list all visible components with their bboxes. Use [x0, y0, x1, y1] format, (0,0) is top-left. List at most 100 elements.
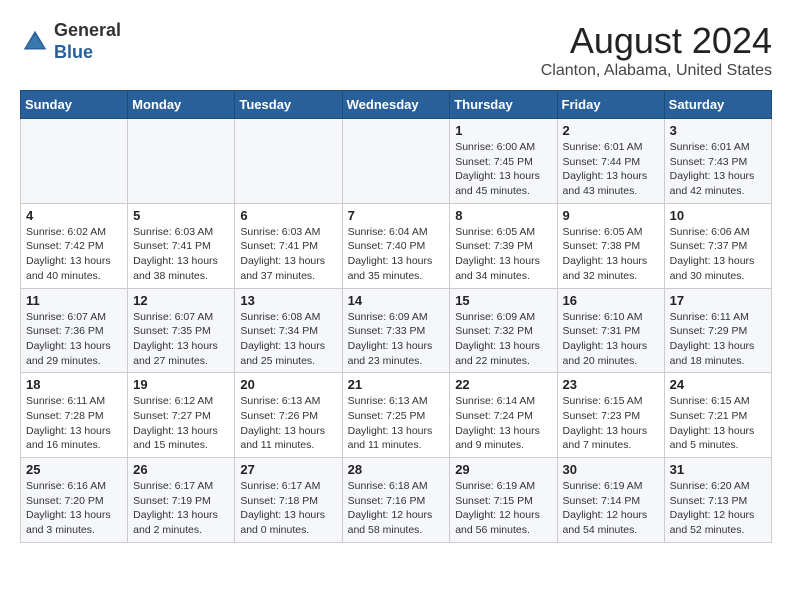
calendar-cell: 10 Sunrise: 6:06 AMSunset: 7:37 PMDayligh…	[664, 203, 771, 288]
logo: General Blue	[20, 20, 121, 63]
day-number: 14	[348, 293, 445, 308]
calendar-cell: 26 Sunrise: 6:17 AMSunset: 7:19 PMDayligh…	[128, 458, 235, 543]
day-number: 29	[455, 462, 551, 477]
day-number: 3	[670, 123, 766, 138]
calendar-cell: 20Sunrise: 6:13 AMSunset: 7:26 PMDayligh…	[235, 373, 342, 458]
calendar-cell: 30 Sunrise: 6:19 AMSunset: 7:14 PMDayligh…	[557, 458, 664, 543]
day-number: 25	[26, 462, 122, 477]
calendar-cell: 29Sunrise: 6:19 AMSunset: 7:15 PMDayligh…	[450, 458, 557, 543]
day-number: 7	[348, 208, 445, 223]
day-info: Sunrise: 6:00 AMSunset: 7:45 PMDaylight:…	[455, 140, 551, 199]
weekday-header-row: SundayMondayTuesdayWednesdayThursdayFrid…	[21, 91, 772, 119]
month-year-title: August 2024	[541, 20, 772, 62]
calendar-cell: 2 Sunrise: 6:01 AMSunset: 7:44 PMDaylight…	[557, 119, 664, 204]
calendar-week-row: 18 Sunrise: 6:11 AMSunset: 7:28 PMDayligh…	[21, 373, 772, 458]
day-info: Sunrise: 6:09 AMSunset: 7:33 PMDaylight:…	[348, 310, 445, 369]
day-info: Sunrise: 6:07 AMSunset: 7:35 PMDaylight:…	[133, 310, 229, 369]
day-info: Sunrise: 6:01 AMSunset: 7:43 PMDaylight:…	[670, 140, 766, 199]
calendar-cell	[235, 119, 342, 204]
calendar-cell: 7 Sunrise: 6:04 AMSunset: 7:40 PMDaylight…	[342, 203, 450, 288]
day-info: Sunrise: 6:18 AMSunset: 7:16 PMDaylight:…	[348, 479, 445, 538]
day-info: Sunrise: 6:13 AMSunset: 7:26 PMDaylight:…	[240, 394, 336, 453]
calendar-week-row: 11 Sunrise: 6:07 AMSunset: 7:36 PMDayligh…	[21, 288, 772, 373]
day-number: 28	[348, 462, 445, 477]
calendar-cell: 25 Sunrise: 6:16 AMSunset: 7:20 PMDayligh…	[21, 458, 128, 543]
day-number: 30	[563, 462, 659, 477]
day-info: Sunrise: 6:07 AMSunset: 7:36 PMDaylight:…	[26, 310, 122, 369]
day-number: 27	[240, 462, 336, 477]
day-info: Sunrise: 6:01 AMSunset: 7:44 PMDaylight:…	[563, 140, 659, 199]
day-info: Sunrise: 6:15 AMSunset: 7:23 PMDaylight:…	[563, 394, 659, 453]
calendar-cell: 16Sunrise: 6:10 AMSunset: 7:31 PMDayligh…	[557, 288, 664, 373]
logo-text: General Blue	[54, 20, 121, 63]
calendar-cell: 14 Sunrise: 6:09 AMSunset: 7:33 PMDayligh…	[342, 288, 450, 373]
calendar-cell: 18 Sunrise: 6:11 AMSunset: 7:28 PMDayligh…	[21, 373, 128, 458]
calendar-cell: 4 Sunrise: 6:02 AMSunset: 7:42 PMDaylight…	[21, 203, 128, 288]
day-number: 2	[563, 123, 659, 138]
calendar-cell: 31 Sunrise: 6:20 AMSunset: 7:13 PMDayligh…	[664, 458, 771, 543]
page-header: General Blue August 2024 Clanton, Alabam…	[20, 20, 772, 80]
calendar-cell: 9 Sunrise: 6:05 AMSunset: 7:38 PMDaylight…	[557, 203, 664, 288]
logo-icon	[20, 27, 50, 57]
day-number: 9	[563, 208, 659, 223]
day-info: Sunrise: 6:17 AMSunset: 7:19 PMDaylight:…	[133, 479, 229, 538]
day-info: Sunrise: 6:15 AMSunset: 7:21 PMDaylight:…	[670, 394, 766, 453]
day-info: Sunrise: 6:05 AMSunset: 7:39 PMDaylight:…	[455, 225, 551, 284]
day-number: 11	[26, 293, 122, 308]
weekday-header: Saturday	[664, 91, 771, 119]
day-number: 5	[133, 208, 229, 223]
day-number: 4	[26, 208, 122, 223]
calendar-cell: 21Sunrise: 6:13 AMSunset: 7:25 PMDayligh…	[342, 373, 450, 458]
day-number: 12	[133, 293, 229, 308]
day-number: 18	[26, 377, 122, 392]
calendar-cell: 13 Sunrise: 6:08 AMSunset: 7:34 PMDayligh…	[235, 288, 342, 373]
day-info: Sunrise: 6:05 AMSunset: 7:38 PMDaylight:…	[563, 225, 659, 284]
calendar-cell: 12 Sunrise: 6:07 AMSunset: 7:35 PMDayligh…	[128, 288, 235, 373]
day-info: Sunrise: 6:11 AMSunset: 7:28 PMDaylight:…	[26, 394, 122, 453]
day-number: 31	[670, 462, 766, 477]
calendar-cell: 19 Sunrise: 6:12 AMSunset: 7:27 PMDayligh…	[128, 373, 235, 458]
calendar-week-row: 1Sunrise: 6:00 AMSunset: 7:45 PMDaylight…	[21, 119, 772, 204]
day-info: Sunrise: 6:09 AMSunset: 7:32 PMDaylight:…	[455, 310, 551, 369]
calendar-cell: 11 Sunrise: 6:07 AMSunset: 7:36 PMDayligh…	[21, 288, 128, 373]
day-number: 19	[133, 377, 229, 392]
day-info: Sunrise: 6:13 AMSunset: 7:25 PMDaylight:…	[348, 394, 445, 453]
calendar-cell: 17Sunrise: 6:11 AMSunset: 7:29 PMDayligh…	[664, 288, 771, 373]
day-number: 26	[133, 462, 229, 477]
day-info: Sunrise: 6:16 AMSunset: 7:20 PMDaylight:…	[26, 479, 122, 538]
day-info: Sunrise: 6:19 AMSunset: 7:14 PMDaylight:…	[563, 479, 659, 538]
day-number: 22	[455, 377, 551, 392]
day-number: 13	[240, 293, 336, 308]
day-number: 10	[670, 208, 766, 223]
calendar-cell: 27Sunrise: 6:17 AMSunset: 7:18 PMDayligh…	[235, 458, 342, 543]
day-info: Sunrise: 6:11 AMSunset: 7:29 PMDaylight:…	[670, 310, 766, 369]
day-info: Sunrise: 6:08 AMSunset: 7:34 PMDaylight:…	[240, 310, 336, 369]
calendar-cell: 8Sunrise: 6:05 AMSunset: 7:39 PMDaylight…	[450, 203, 557, 288]
day-info: Sunrise: 6:14 AMSunset: 7:24 PMDaylight:…	[455, 394, 551, 453]
day-info: Sunrise: 6:10 AMSunset: 7:31 PMDaylight:…	[563, 310, 659, 369]
calendar-table: SundayMondayTuesdayWednesdayThursdayFrid…	[20, 90, 772, 543]
day-info: Sunrise: 6:12 AMSunset: 7:27 PMDaylight:…	[133, 394, 229, 453]
day-info: Sunrise: 6:06 AMSunset: 7:37 PMDaylight:…	[670, 225, 766, 284]
calendar-cell: 22 Sunrise: 6:14 AMSunset: 7:24 PMDayligh…	[450, 373, 557, 458]
calendar-cell: 23Sunrise: 6:15 AMSunset: 7:23 PMDayligh…	[557, 373, 664, 458]
weekday-header: Wednesday	[342, 91, 450, 119]
calendar-cell: 1Sunrise: 6:00 AMSunset: 7:45 PMDaylight…	[450, 119, 557, 204]
calendar-cell: 5 Sunrise: 6:03 AMSunset: 7:41 PMDaylight…	[128, 203, 235, 288]
day-number: 6	[240, 208, 336, 223]
weekday-header: Tuesday	[235, 91, 342, 119]
calendar-cell	[342, 119, 450, 204]
calendar-cell: 6Sunrise: 6:03 AMSunset: 7:41 PMDaylight…	[235, 203, 342, 288]
location-text: Clanton, Alabama, United States	[541, 62, 772, 80]
day-info: Sunrise: 6:02 AMSunset: 7:42 PMDaylight:…	[26, 225, 122, 284]
calendar-week-row: 25 Sunrise: 6:16 AMSunset: 7:20 PMDayligh…	[21, 458, 772, 543]
calendar-cell: 15Sunrise: 6:09 AMSunset: 7:32 PMDayligh…	[450, 288, 557, 373]
weekday-header: Thursday	[450, 91, 557, 119]
day-info: Sunrise: 6:03 AMSunset: 7:41 PMDaylight:…	[133, 225, 229, 284]
calendar-cell	[21, 119, 128, 204]
calendar-cell	[128, 119, 235, 204]
day-info: Sunrise: 6:04 AMSunset: 7:40 PMDaylight:…	[348, 225, 445, 284]
day-info: Sunrise: 6:20 AMSunset: 7:13 PMDaylight:…	[670, 479, 766, 538]
title-block: August 2024 Clanton, Alabama, United Sta…	[541, 20, 772, 80]
calendar-week-row: 4 Sunrise: 6:02 AMSunset: 7:42 PMDaylight…	[21, 203, 772, 288]
